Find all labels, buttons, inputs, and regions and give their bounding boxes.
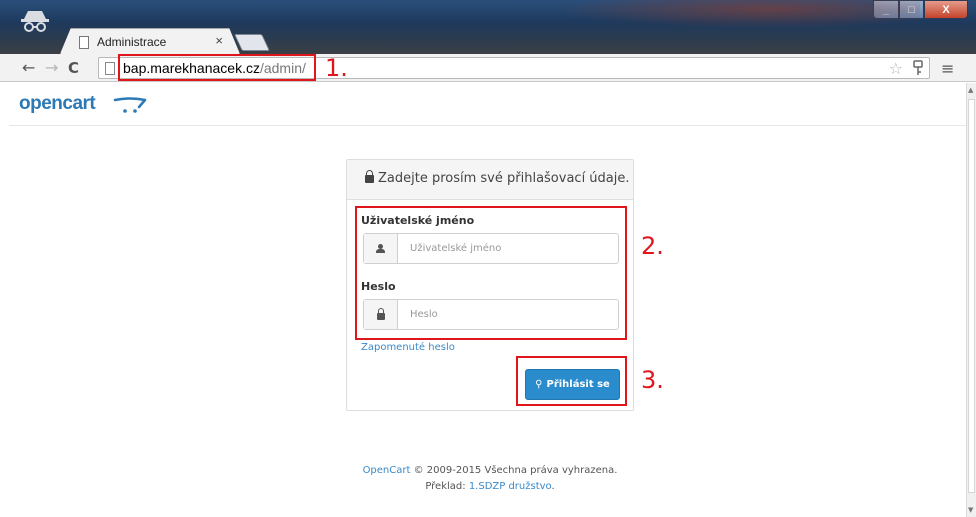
key-icon[interactable] xyxy=(913,60,923,76)
maximize-button[interactable]: □ xyxy=(899,0,924,19)
footer-translation-suffix: . xyxy=(551,481,555,492)
footer-opencart-link[interactable]: OpenCart xyxy=(363,465,411,476)
cart-icon xyxy=(113,97,147,113)
opencart-header: opencart xyxy=(9,83,966,126)
incognito-icon xyxy=(21,11,49,32)
scroll-thumb[interactable] xyxy=(968,99,975,493)
footer: OpenCart © 2009-2015 Všechna práva vyhra… xyxy=(346,463,634,495)
footer-translation-line: Překlad: 1.SDZP družstvo. xyxy=(346,479,634,495)
back-button[interactable]: ← xyxy=(22,58,35,77)
annotation-box-login xyxy=(516,356,627,406)
forward-button[interactable]: → xyxy=(45,58,58,77)
document-icon xyxy=(79,36,89,49)
tab-title: Administrace xyxy=(97,35,167,49)
window-controls: _ □ X xyxy=(873,0,968,19)
tab-close-icon[interactable]: × xyxy=(215,33,223,48)
annotation-step-3: 3. xyxy=(641,366,664,394)
opencart-logo[interactable]: opencart xyxy=(19,93,96,115)
page-scrollbar[interactable]: ▲ ▼ xyxy=(966,83,976,517)
panel-heading-text: Zadejte prosím své přihlašovací údaje. xyxy=(378,171,630,186)
panel-heading: Zadejte prosím své přihlašovací údaje. xyxy=(347,160,633,200)
reload-button[interactable]: C xyxy=(68,59,79,77)
scroll-down-icon[interactable]: ▼ xyxy=(968,506,973,514)
tab-administrace[interactable]: Administrace × xyxy=(60,28,240,54)
close-window-button[interactable]: X xyxy=(924,0,968,19)
new-tab-button[interactable] xyxy=(234,34,270,51)
document-icon xyxy=(105,62,115,75)
menu-icon[interactable]: ≡ xyxy=(941,59,954,78)
browser-titlebar: Administrace × _ □ X xyxy=(0,0,976,54)
forgot-password-link[interactable]: Zapomenuté heslo xyxy=(361,342,455,353)
minimize-button[interactable]: _ xyxy=(873,0,899,19)
footer-copyright-line: OpenCart © 2009-2015 Všechna práva vyhra… xyxy=(346,463,634,479)
scroll-up-icon[interactable]: ▲ xyxy=(968,86,973,94)
footer-copyright: © 2009-2015 Všechna práva vyhrazena. xyxy=(413,465,618,476)
annotation-step-2: 2. xyxy=(641,232,664,260)
annotation-step-1: 1. xyxy=(325,54,348,82)
annotation-box-credentials xyxy=(355,206,627,340)
lock-icon xyxy=(365,170,374,183)
annotation-box-url xyxy=(118,54,316,81)
footer-translation-link[interactable]: 1.SDZP družstvo xyxy=(469,481,552,492)
star-icon[interactable]: ☆ xyxy=(889,59,903,78)
footer-translation-prefix: Překlad: xyxy=(425,481,466,492)
